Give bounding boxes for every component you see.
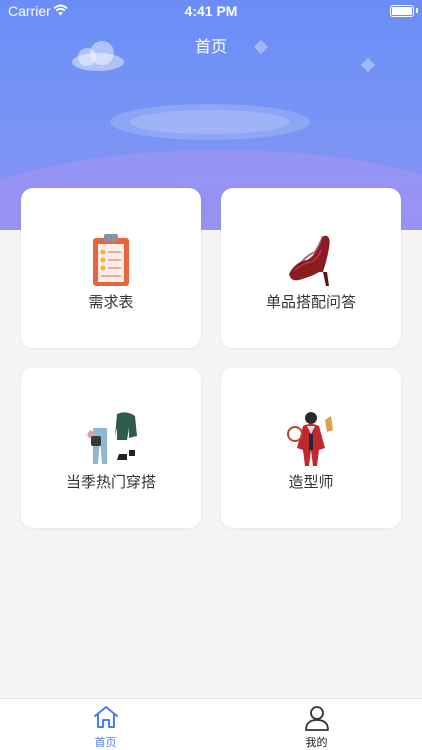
card-item-matching-qa[interactable]: 单品搭配问答 (221, 188, 401, 348)
card-label: 单品搭配问答 (265, 293, 356, 311)
tab-label: 首页 (94, 736, 117, 749)
clipboard-icon (93, 234, 129, 286)
banner-ellipse (130, 110, 290, 134)
tab-home[interactable]: 首页 (0, 699, 211, 750)
home-icon (93, 706, 118, 728)
card-seasonal-outfits[interactable]: 当季热门穿搭 (21, 368, 201, 528)
tab-label: 我的 (305, 736, 328, 749)
outfit-icon (87, 412, 137, 464)
sparkle-icon (360, 57, 376, 73)
tab-profile[interactable]: 我的 (211, 699, 422, 750)
status-time: 4:41 PM (184, 3, 238, 19)
stylist-icon (287, 412, 333, 466)
tab-bar: 首页 我的 (0, 698, 422, 750)
card-stylist[interactable]: 造型师 (221, 368, 401, 528)
profile-icon (304, 706, 329, 731)
status-bar: Carrier 4:41 PM (0, 0, 422, 22)
battery-icon (390, 5, 414, 17)
card-label: 当季热门穿搭 (65, 473, 156, 491)
high-heel-icon (289, 235, 330, 286)
battery-tip (416, 8, 418, 13)
card-requirements[interactable]: 需求表 (21, 188, 201, 348)
card-label: 造型师 (288, 473, 334, 491)
page-title: 首页 (194, 37, 227, 56)
card-label: 需求表 (88, 293, 134, 311)
